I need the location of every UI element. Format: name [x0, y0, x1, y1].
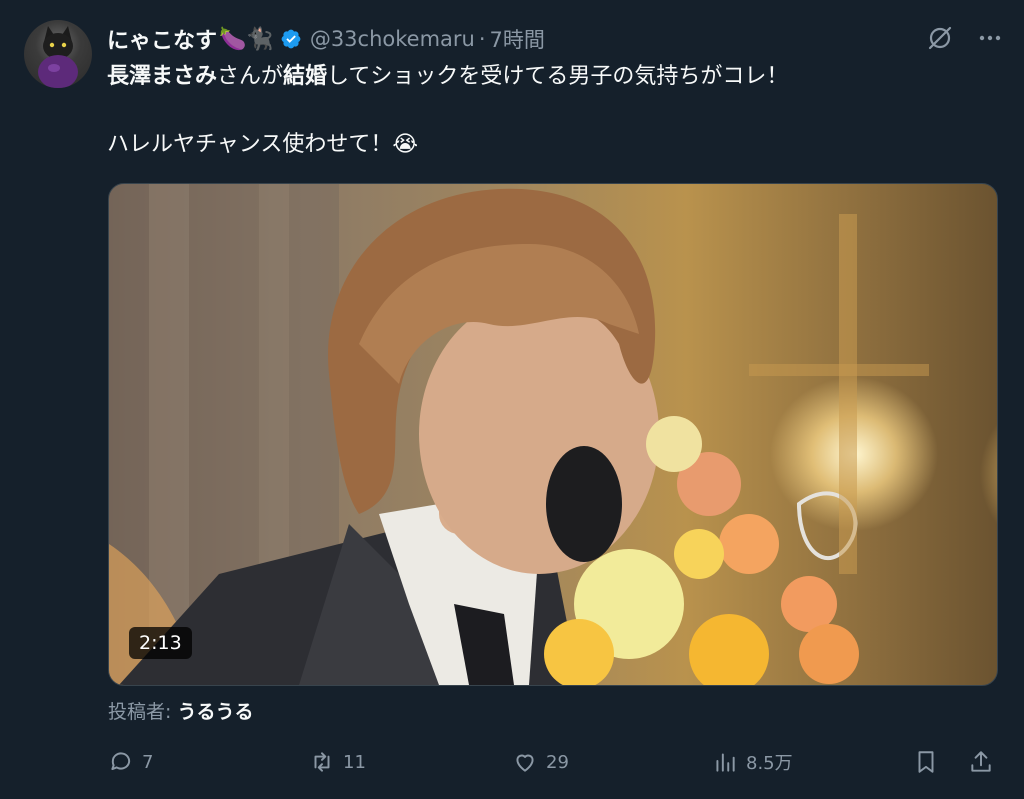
grok-icon[interactable] — [926, 24, 954, 52]
header-actions — [926, 24, 1004, 52]
posted-by-label: 投稿者: — [108, 701, 178, 723]
tweet-header: にゃこなす 🍆🐈‍⬛ @33chokemaru · 7時間 — [107, 22, 1004, 56]
repost-button[interactable]: 11 — [309, 749, 366, 775]
verified-badge-icon — [281, 29, 301, 49]
heart-icon — [516, 754, 534, 772]
bookmark-button[interactable] — [913, 749, 939, 775]
reply-icon — [111, 752, 131, 771]
text-mid: さんが — [217, 64, 284, 89]
separator: · — [478, 27, 486, 51]
repost-icon — [314, 752, 330, 772]
repost-count: 11 — [343, 751, 366, 773]
more-options-icon[interactable] — [976, 24, 1004, 52]
action-bar: 7 11 29 8.5万 — [108, 749, 996, 785]
handle[interactable]: @33chokemaru — [310, 27, 475, 51]
highlight-marriage: 結婚 — [283, 64, 328, 89]
views-button[interactable]: 8.5万 — [712, 749, 793, 775]
tweet-line-1: 長澤まさみさんが結婚してショックを受けてる男子の気持ちがコレ！ — [107, 60, 997, 94]
text-rest: してショックを受けてる男子の気持ちがコレ！ — [327, 64, 789, 89]
tweet-text: 長澤まさみさんが結婚してショックを受けてる男子の気持ちがコレ！ ハレルヤチャンス… — [107, 60, 997, 162]
share-button[interactable] — [968, 749, 994, 775]
like-button[interactable]: 29 — [512, 749, 569, 775]
timestamp[interactable]: 7時間 — [490, 24, 545, 54]
bookmark-icon — [918, 751, 934, 773]
highlight-name: 長澤まさみ — [107, 64, 218, 89]
display-name[interactable]: にゃこなす — [107, 23, 217, 55]
posted-by: 投稿者: うるうる — [108, 697, 253, 724]
video-player[interactable] — [108, 183, 998, 686]
video-frame — [109, 184, 929, 685]
share-icon — [971, 751, 991, 772]
video-duration: 2:13 — [129, 627, 192, 659]
posted-by-name[interactable]: うるうる — [177, 701, 253, 723]
views-chart-icon — [716, 753, 735, 772]
reply-count: 7 — [142, 751, 154, 773]
views-count: 8.5万 — [746, 753, 793, 774]
like-count: 29 — [546, 751, 569, 773]
reply-button[interactable]: 7 — [108, 749, 153, 775]
avatar[interactable] — [24, 20, 92, 88]
tweet-line-2: ハレルヤチャンス使わせて！😭 — [107, 132, 419, 157]
name-emojis: 🍆🐈‍⬛ — [219, 26, 274, 52]
